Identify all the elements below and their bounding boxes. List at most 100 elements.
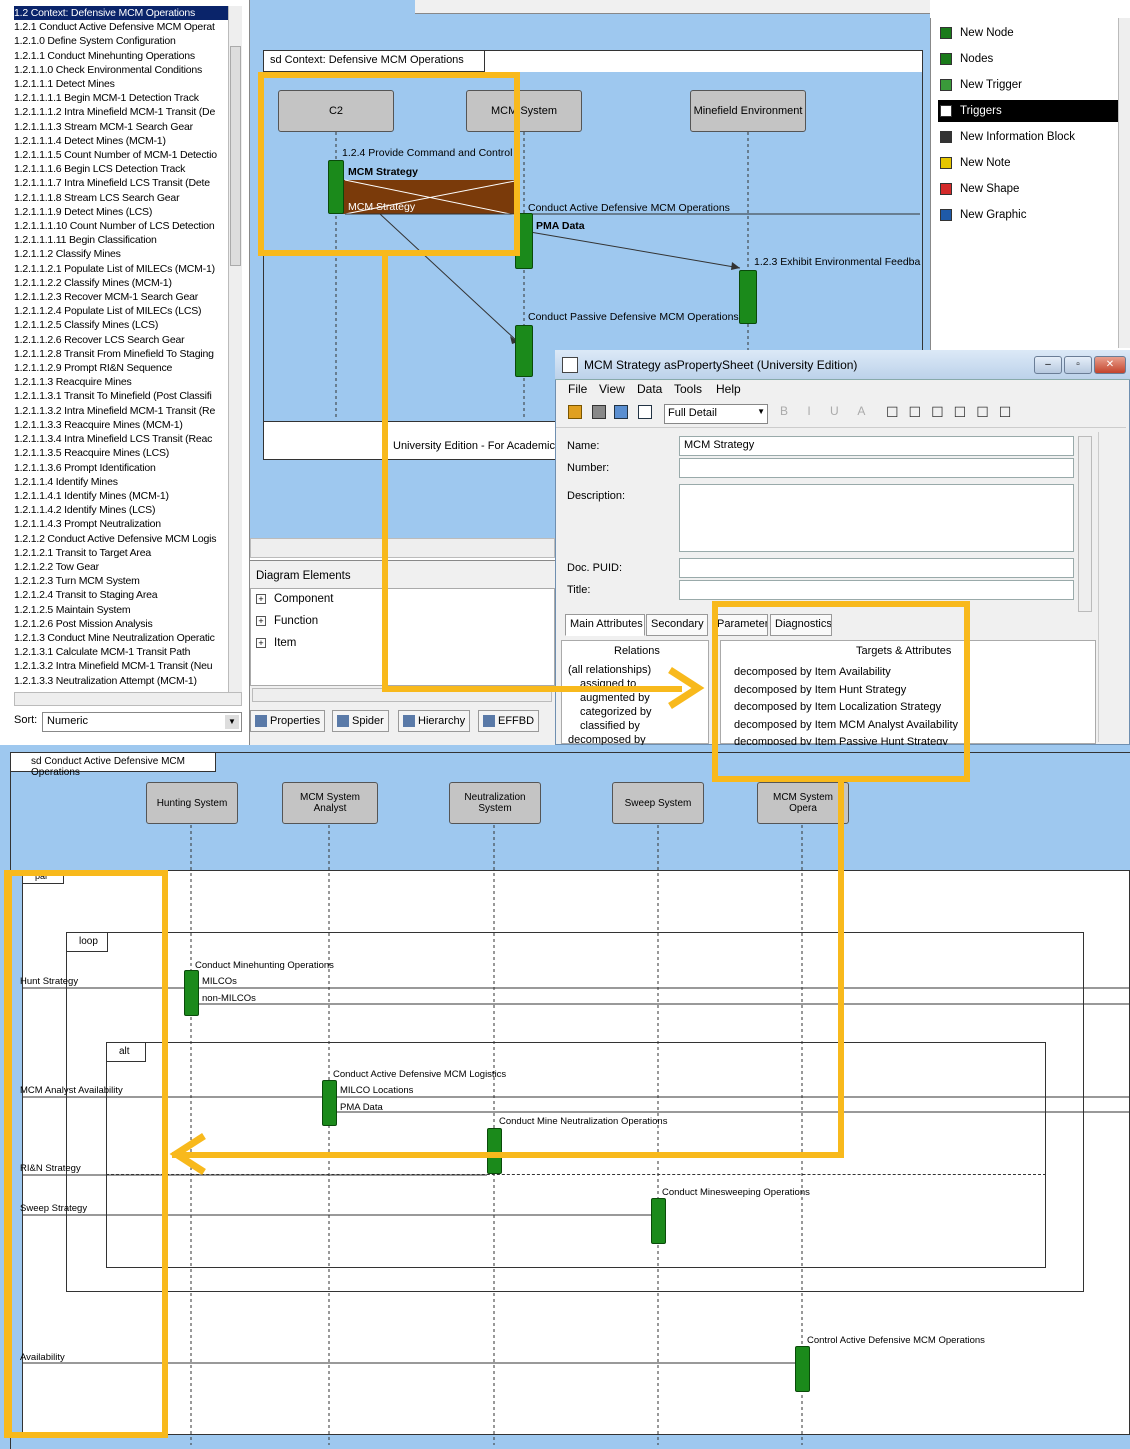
message-pma-data[interactable]: PMA Data: [536, 220, 585, 232]
message-environmental-feedback[interactable]: 1.2.3 Exhibit Environmental Feedba: [754, 256, 922, 268]
palette-item[interactable]: New Information Block: [938, 126, 1118, 148]
outline-item[interactable]: 1.2.1.1.3.3 Reacquire Mines (MCM-1): [14, 418, 228, 432]
outline-item[interactable]: 1.2.1.1.0 Check Environmental Conditions: [14, 63, 228, 77]
detail-select[interactable]: Full Detail ▼: [664, 404, 768, 424]
tab-hierarchy[interactable]: Hierarchy: [398, 710, 471, 732]
msg-pma-data[interactable]: PMA Data: [340, 1102, 383, 1113]
palette-item[interactable]: Triggers: [938, 100, 1118, 122]
outline-item[interactable]: 1.2.1.1.1.8 Stream LCS Search Gear: [14, 191, 228, 205]
property-scrollbar[interactable]: [1078, 436, 1092, 612]
outline-item[interactable]: 1.2.1.1.3.2 Intra Minefield MCM-1 Transi…: [14, 404, 228, 418]
diagram-horizontal-scrollbar[interactable]: [250, 538, 555, 558]
outline-item[interactable]: 1.2.1.2.6 Post Mission Analysis: [14, 617, 228, 631]
outline-vertical-scrollbar[interactable]: [228, 6, 242, 692]
palette-item[interactable]: New Shape: [938, 178, 1118, 200]
preview-icon[interactable]: [614, 405, 628, 419]
maximize-button[interactable]: ▫: [1064, 356, 1092, 374]
diagram-element-0[interactable]: + Component: [256, 593, 333, 605]
outline-item[interactable]: 1.2.1.1.4.1 Identify Mines (MCM-1): [14, 489, 228, 503]
msg-minehunting[interactable]: Conduct Minehunting Operations: [195, 960, 334, 971]
print-icon[interactable]: [592, 405, 606, 419]
outline-item[interactable]: 1.2.1.1.3.6 Prompt Identification: [14, 461, 228, 475]
menu-tools[interactable]: Tools: [674, 382, 702, 396]
outline-item[interactable]: 1.2.1.2.4 Transit to Staging Area: [14, 588, 228, 602]
outline-item[interactable]: 1.2.1.1.1.9 Detect Mines (LCS): [14, 205, 228, 219]
outline-item[interactable]: 1.2.1.1.4.3 Prompt Neutralization: [14, 517, 228, 531]
msg-logistics[interactable]: Conduct Active Defensive MCM Logistics: [333, 1069, 506, 1080]
description-field[interactable]: [679, 484, 1074, 552]
outline-item[interactable]: 1.2.1.1.1.3 Stream MCM-1 Search Gear: [14, 120, 228, 134]
outline-item[interactable]: 1.2 Context: Defensive MCM Operations: [14, 6, 228, 21]
palette-item[interactable]: New Note: [938, 152, 1118, 174]
outline-item[interactable]: 1.2.1.1.4.2 Identify Mines (LCS): [14, 503, 228, 517]
outline-item[interactable]: 1.2.1.1.1.5 Count Number of MCM-1 Detect…: [14, 148, 228, 162]
outline-item[interactable]: 1.2.1.1.3.5 Reacquire Mines (LCS): [14, 446, 228, 460]
msg-control[interactable]: Control Active Defensive MCM Operations: [807, 1335, 985, 1346]
outline-horizontal-scrollbar[interactable]: [14, 692, 242, 706]
outline-item[interactable]: 1.2.1.1.1 Detect Mines: [14, 77, 228, 91]
message-conduct-passive[interactable]: Conduct Passive Defensive MCM Operations: [528, 311, 739, 323]
tab-spider[interactable]: Spider: [332, 710, 389, 732]
title-field[interactable]: [679, 580, 1074, 600]
outline-item[interactable]: 1.2.1.1.2.2 Classify Mines (MCM-1): [14, 276, 228, 290]
outline-item[interactable]: 1.2.1.1.2.5 Classify Mines (LCS): [14, 318, 228, 332]
outline-item[interactable]: 1.2.1.2.3 Turn MCM System: [14, 574, 228, 588]
expand-icon[interactable]: +: [256, 638, 266, 648]
docpuid-field[interactable]: [679, 558, 1074, 578]
outline-item[interactable]: 1.2.1.2.1 Transit to Target Area: [14, 546, 228, 560]
outline-item[interactable]: 1.2.1.1.2.9 Prompt RI&N Sequence: [14, 361, 228, 375]
palette-item[interactable]: New Trigger: [938, 74, 1118, 96]
tab-effbd[interactable]: EFFBD: [478, 710, 540, 732]
palette-item[interactable]: New Node: [938, 22, 1118, 44]
msg-sweeping[interactable]: Conduct Minesweeping Operations: [662, 1187, 810, 1198]
msg-neutralization[interactable]: Conduct Mine Neutralization Operations: [499, 1116, 667, 1127]
outline-item[interactable]: 1.2.1.3.2 Intra Minefield MCM-1 Transit …: [14, 659, 228, 673]
tab-secondary[interactable]: Secondary: [646, 614, 708, 636]
tab-properties[interactable]: Properties: [250, 710, 326, 732]
tab-main-attributes[interactable]: Main Attributes: [565, 614, 645, 636]
outline-item[interactable]: 1.2.1.1.1.1 Begin MCM-1 Detection Track: [14, 91, 228, 105]
msg-milcos[interactable]: MILCOs: [202, 976, 237, 987]
palette-item[interactable]: New Graphic: [938, 204, 1118, 226]
outline-item[interactable]: 1.2.1.3.3 Neutralization Attempt (MCM-1): [14, 674, 228, 688]
outline-item[interactable]: 1.2.1.3 Conduct Mine Neutralization Oper…: [14, 631, 228, 645]
outline-item[interactable]: 1.2.1.2 Conduct Active Defensive MCM Log…: [14, 532, 228, 546]
outline-item[interactable]: 1.2.1.1.1.11 Begin Classification: [14, 233, 228, 247]
outline-item[interactable]: 1.2.1.1 Conduct Minehunting Operations: [14, 49, 228, 63]
msg-non-milcos[interactable]: non-MILCOs: [202, 993, 256, 1004]
outline-item[interactable]: 1.2.1.1.2.8 Transit From Minefield To St…: [14, 347, 228, 361]
copy-icon[interactable]: [638, 405, 652, 419]
outline-item[interactable]: 1.2.1 Conduct Active Defensive MCM Opera…: [14, 20, 228, 34]
menu-file[interactable]: File: [568, 382, 587, 396]
outline-item[interactable]: 1.2.1.2.2 Tow Gear: [14, 560, 228, 574]
relation-item[interactable]: classified by: [580, 720, 705, 732]
outline-tree[interactable]: 1.2 Context: Defensive MCM Operations 1.2…: [14, 6, 228, 692]
outline-item[interactable]: 1.2.1.1.2.3 Recover MCM-1 Search Gear: [14, 290, 228, 304]
menu-data[interactable]: Data: [637, 382, 662, 396]
palette-scrollbar[interactable]: [1118, 18, 1130, 348]
menu-help[interactable]: Help: [716, 382, 741, 396]
outline-item[interactable]: 1.2.1.2.5 Maintain System: [14, 603, 228, 617]
diagram-element-2[interactable]: + Item: [256, 637, 296, 649]
outline-item[interactable]: 1.2.1.1.2.1 Populate List of MILECs (MCM…: [14, 262, 228, 276]
outline-item[interactable]: 1.2.1.1.2 Classify Mines: [14, 247, 228, 261]
outline-item[interactable]: 1.2.1.1.3.1 Transit To Minefield (Post C…: [14, 389, 228, 403]
expand-icon[interactable]: +: [256, 616, 266, 626]
outline-item[interactable]: 1.2.1.0 Define System Configuration: [14, 34, 228, 48]
outline-item[interactable]: 1.2.1.1.2.4 Populate List of MILECs (LCS…: [14, 304, 228, 318]
refresh-icon[interactable]: [568, 405, 582, 419]
outline-item[interactable]: 1.2.1.1.4 Identify Mines: [14, 475, 228, 489]
menu-view[interactable]: View: [599, 382, 625, 396]
sort-select[interactable]: Numeric ▼: [42, 712, 242, 732]
message-conduct-active[interactable]: Conduct Active Defensive MCM Operations: [528, 202, 730, 214]
outline-item[interactable]: 1.2.1.3.1 Calculate MCM-1 Transit Path: [14, 645, 228, 659]
outline-item[interactable]: 1.2.1.1.1.10 Count Number of LCS Detecti…: [14, 219, 228, 233]
outline-item[interactable]: 1.2.1.1.2.6 Recover LCS Search Gear: [14, 333, 228, 347]
expand-icon[interactable]: +: [256, 594, 266, 604]
outline-item[interactable]: 1.2.1.1.3 Reacquire Mines: [14, 375, 228, 389]
palette-item[interactable]: Nodes: [938, 48, 1118, 70]
outline-item[interactable]: 1.2.1.1.1.2 Intra Minefield MCM-1 Transi…: [14, 105, 228, 119]
outline-item[interactable]: 1.2.1.1.1.7 Intra Minefield LCS Transit …: [14, 176, 228, 190]
diagram-element-1[interactable]: + Function: [256, 615, 318, 627]
number-field[interactable]: [679, 458, 1074, 478]
